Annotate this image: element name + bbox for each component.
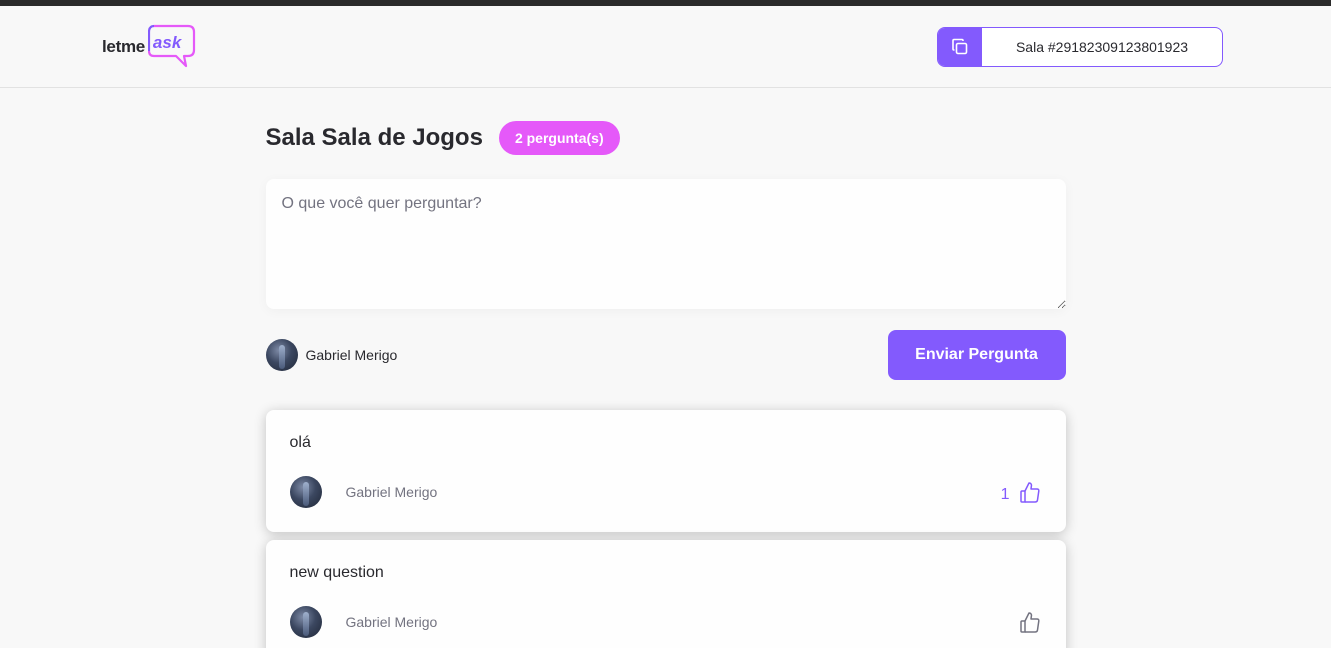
question-list: olá Gabriel Merigo 1 new question Gabrie…	[265, 410, 1066, 648]
question-author-name: Gabriel Merigo	[345, 614, 438, 630]
room-code-button[interactable]: Sala #29182309123801923	[937, 26, 1223, 67]
question-card: olá Gabriel Merigo 1	[265, 410, 1066, 532]
question-author: Gabriel Merigo	[289, 606, 438, 638]
copy-icon	[938, 27, 982, 66]
like-button[interactable]: 1	[1001, 480, 1042, 504]
form-footer: Gabriel Merigo Enviar Pergunta	[265, 330, 1066, 380]
letmeask-logo[interactable]: letme ask	[102, 24, 196, 70]
logo-text: letme	[102, 36, 145, 56]
question-author: Gabriel Merigo	[289, 476, 438, 508]
current-user-name: Gabriel Merigo	[305, 347, 398, 363]
send-question-button[interactable]: Enviar Pergunta	[887, 330, 1066, 380]
avatar	[265, 339, 298, 371]
like-count: 1	[1000, 486, 1010, 503]
logo-speech-bubble: ask	[147, 24, 196, 70]
page-header: letme ask Sala #29182309123801923	[0, 6, 1331, 88]
current-user: Gabriel Merigo	[265, 339, 398, 371]
question-card: new question Gabriel Merigo	[265, 540, 1066, 648]
question-form: Gabriel Merigo Enviar Pergunta	[265, 155, 1066, 380]
question-author-name: Gabriel Merigo	[345, 484, 438, 500]
thumbs-up-icon	[1019, 482, 1040, 503]
room-code-label: Sala #29182309123801923	[1015, 38, 1189, 55]
room-content: Sala Sala de Jogos 2 pergunta(s) Gabriel…	[265, 88, 1066, 648]
room-title-row: Sala Sala de Jogos 2 pergunta(s)	[266, 121, 1066, 155]
question-content: new question	[289, 564, 384, 581]
avatar	[289, 476, 322, 508]
like-button[interactable]	[1018, 610, 1042, 634]
question-footer: Gabriel Merigo 1	[289, 476, 1042, 508]
thumbs-up-icon	[1019, 612, 1040, 633]
question-count-badge: 2 pergunta(s)	[498, 121, 620, 155]
logo-accent-text: ask	[152, 32, 182, 52]
avatar	[289, 606, 322, 638]
question-footer: Gabriel Merigo	[289, 606, 1042, 638]
room-title: Sala Sala de Jogos	[265, 124, 483, 151]
question-content: olá	[289, 434, 311, 451]
question-input[interactable]	[265, 179, 1066, 309]
